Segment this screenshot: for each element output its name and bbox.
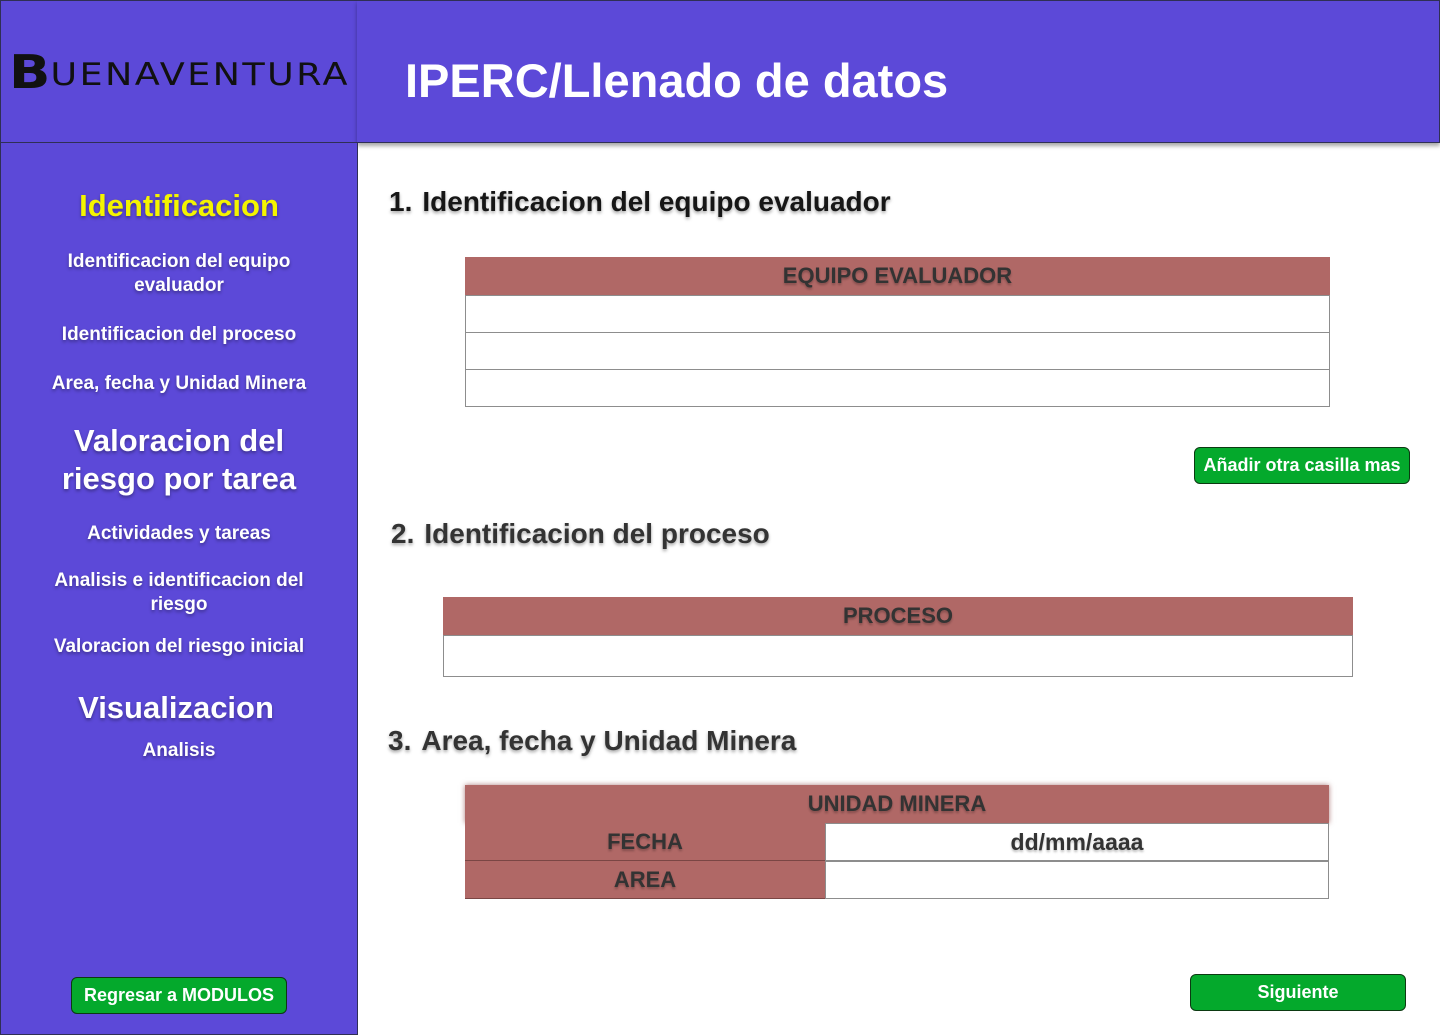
logo-panel: BUENAVENTURA [0, 0, 358, 143]
sidebar-item-analisis[interactable]: Analisis [41, 739, 317, 763]
unidad-minera-header[interactable]: UNIDAD MINERA [465, 785, 1329, 823]
proceso-input[interactable] [444, 636, 1352, 676]
section-2-label: Identificacion del proceso [424, 518, 770, 549]
sidebar-item-valoracion-inicial[interactable]: Valoracion del riesgo inicial [41, 635, 317, 659]
add-row-button[interactable]: Añadir otra casilla mas [1194, 447, 1410, 484]
area-input[interactable] [825, 861, 1329, 899]
sidebar-item-area-fecha-unidad[interactable]: Area, fecha y Unidad Minera [41, 372, 317, 396]
equipo-evaluador-row-1[interactable] [465, 295, 1330, 333]
equipo-evaluador-row-3[interactable] [465, 369, 1330, 407]
back-to-modules-button[interactable]: Regresar a MODULOS [71, 977, 287, 1014]
section-3-number: 3. [388, 725, 412, 756]
equipo-evaluador-input-2[interactable] [466, 333, 1329, 369]
brand-logo: BUENAVENTURA [9, 45, 350, 99]
equipo-evaluador-header: EQUIPO EVALUADOR [465, 257, 1330, 295]
proceso-table: PROCESO [443, 597, 1353, 677]
sidebar-heading-valoracion-line1[interactable]: Valoracion del [1, 422, 357, 460]
next-button[interactable]: Siguiente [1190, 974, 1406, 1011]
equipo-evaluador-input-1[interactable] [466, 296, 1329, 332]
unidad-minera-table: UNIDAD MINERA FECHA dd/mm/aaaa AREA [465, 785, 1329, 899]
sidebar-heading-visualizacion[interactable]: Visualizacion [1, 689, 351, 727]
fecha-label: FECHA [465, 823, 825, 861]
sidebar-item-actividades[interactable]: Actividades y tareas [41, 522, 317, 546]
section-2-number: 2. [391, 518, 415, 549]
section-1-number: 1. [389, 186, 413, 217]
area-label: AREA [465, 861, 825, 899]
equipo-evaluador-input-3[interactable] [466, 370, 1329, 406]
proceso-header: PROCESO [443, 597, 1353, 635]
logo-initial: B [8, 44, 50, 99]
section-3-title: 3. Area, fecha y Unidad Minera [388, 725, 796, 757]
header-bar: IPERC/Llenado de datos [357, 0, 1440, 143]
fecha-input[interactable]: dd/mm/aaaa [825, 823, 1329, 861]
section-1-title: 1. Identificacion del equipo evaluador [389, 186, 891, 218]
sidebar-heading-identificacion[interactable]: Identificacion [1, 187, 357, 225]
sidebar-item-analisis-riesgo[interactable]: Analisis e identificacion del riesgo [41, 569, 317, 617]
sidebar-item-proceso[interactable]: Identificacion del proceso [41, 323, 317, 347]
logo-wordmark: UENAVENTURA [49, 56, 350, 93]
section-3-label: Area, fecha y Unidad Minera [421, 725, 797, 756]
sidebar-item-equipo-evaluador[interactable]: Identificacion del equipo evaluador [41, 250, 317, 298]
sidebar: Identificacion Identificacion del equipo… [0, 142, 358, 1035]
proceso-row[interactable] [443, 635, 1353, 677]
section-1-label: Identificacion del equipo evaluador [422, 186, 891, 217]
area-row: AREA [465, 861, 1329, 899]
equipo-evaluador-row-2[interactable] [465, 332, 1330, 370]
fecha-row: FECHA dd/mm/aaaa [465, 823, 1329, 861]
section-2-title: 2. Identificacion del proceso [391, 518, 770, 550]
equipo-evaluador-table: EQUIPO EVALUADOR [465, 257, 1330, 407]
page-title: IPERC/Llenado de datos [405, 54, 949, 107]
sidebar-heading-valoracion-line2[interactable]: riesgo por tarea [1, 460, 357, 498]
